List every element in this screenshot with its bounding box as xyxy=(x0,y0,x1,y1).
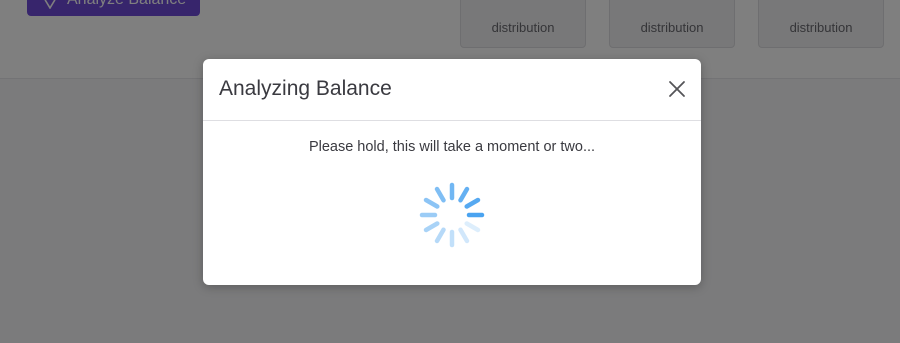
spinner-spoke xyxy=(464,197,481,209)
close-icon[interactable] xyxy=(668,80,686,98)
spinner-spoke xyxy=(458,186,470,203)
loading-spinner-icon xyxy=(419,182,485,248)
analyzing-balance-dialog: Analyzing Balance Please hold, this will… xyxy=(203,59,701,285)
spinner-spoke xyxy=(423,197,440,209)
spinner-spoke xyxy=(434,186,446,203)
modal-title: Analyzing Balance xyxy=(219,77,392,100)
spinner-spoke xyxy=(434,227,446,244)
modal-message: Please hold, this will take a moment or … xyxy=(308,139,596,155)
modal-header: Analyzing Balance xyxy=(203,59,701,121)
close-button[interactable] xyxy=(664,76,690,102)
spinner-spoke xyxy=(464,221,481,233)
spinner-spoke xyxy=(458,227,470,244)
spinner-spoke xyxy=(423,221,440,233)
